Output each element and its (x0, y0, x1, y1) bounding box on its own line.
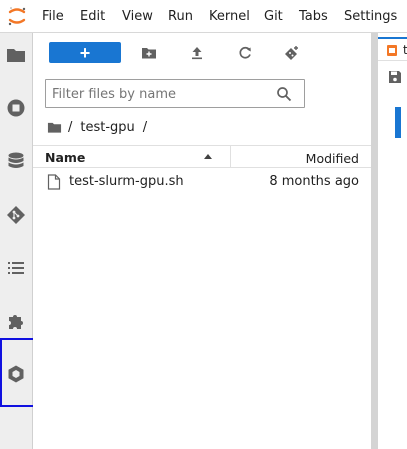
filter-files-input[interactable] (52, 84, 272, 104)
column-divider[interactable] (230, 146, 231, 168)
breadcrumb-folder[interactable]: test-gpu (80, 120, 134, 135)
file-name: test-slurm-gpu.sh (69, 174, 184, 189)
file-list-header: Name Modified (33, 145, 371, 168)
sort-ascending-icon (204, 154, 212, 159)
menu-edit[interactable]: Edit (80, 9, 105, 24)
filter-files-box (45, 79, 305, 108)
refresh-button[interactable] (233, 43, 257, 63)
new-folder-button[interactable] (137, 43, 161, 63)
new-launcher-button[interactable]: + (49, 42, 121, 63)
column-header-name[interactable]: Name (45, 150, 85, 165)
menu-tabs[interactable]: Tabs (299, 9, 328, 24)
notebook-icon (387, 45, 397, 56)
git-clone-icon (285, 46, 298, 60)
breadcrumb: / test-gpu / (47, 118, 147, 136)
breadcrumb-trail-separator: / (142, 119, 148, 135)
column-header-modified[interactable]: Modified (306, 151, 359, 166)
upload-button[interactable] (185, 43, 209, 63)
file-browser-panel: + / test-gpu (33, 33, 371, 449)
toc-icon[interactable] (5, 257, 27, 279)
menu-settings[interactable]: Settings (344, 9, 397, 24)
git-clone-button[interactable] (280, 43, 304, 63)
main-work-area: t (378, 33, 407, 449)
breadcrumb-root-separator: / (68, 119, 73, 135)
menu-kernel[interactable]: Kernel (209, 9, 250, 24)
file-modified: 8 months ago (269, 174, 359, 189)
database-icon[interactable] (5, 150, 27, 172)
home-folder-icon[interactable] (47, 120, 62, 135)
menu-bar: File Edit View Run Kernel Git Tabs Setti… (0, 0, 407, 33)
folder-icon[interactable] (5, 44, 27, 66)
git-icon[interactable] (5, 204, 27, 226)
extension-icon[interactable] (5, 310, 27, 332)
jupyter-logo-icon[interactable] (6, 5, 28, 27)
new-folder-icon (142, 48, 156, 59)
file-row[interactable]: test-slurm-gpu.sh 8 months ago (33, 170, 371, 194)
notebook-tab[interactable]: t (378, 37, 407, 61)
running-icon[interactable] (5, 97, 27, 119)
notebook-tab-title: t (403, 43, 407, 57)
menu-view[interactable]: View (122, 9, 153, 24)
menu-file[interactable]: File (42, 9, 64, 24)
upload-icon (192, 47, 202, 60)
active-cell-indicator (395, 107, 401, 138)
save-icon[interactable] (388, 70, 402, 84)
refresh-icon (239, 46, 251, 59)
menu-git[interactable]: Git (264, 9, 283, 24)
search-icon (277, 87, 292, 102)
menu-run[interactable]: Run (168, 9, 193, 24)
file-icon (47, 174, 61, 190)
panel-splitter[interactable] (371, 33, 378, 449)
